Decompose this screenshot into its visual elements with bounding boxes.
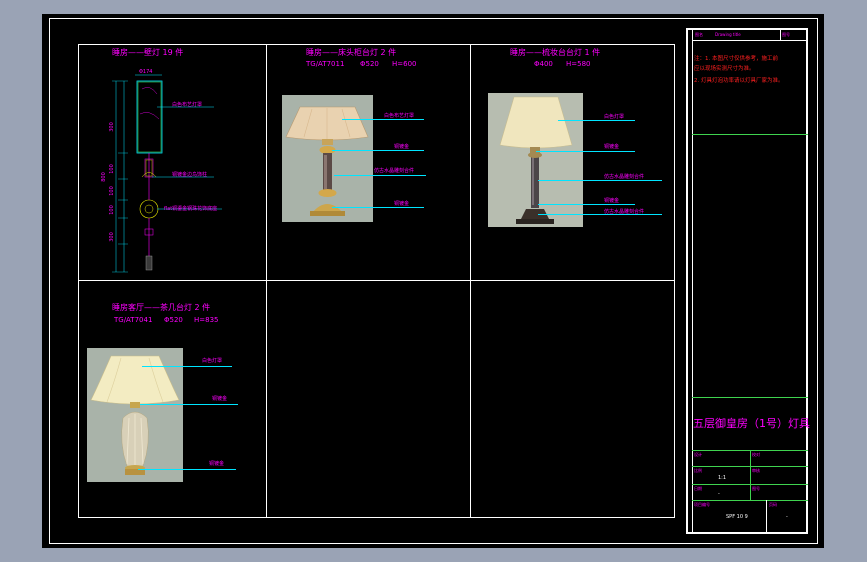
panel3-label-5: 仿古水晶雕刻合件 <box>604 209 645 215</box>
tb-col-mid <box>750 450 751 500</box>
panel1-dim-d: 100 <box>108 205 115 215</box>
panel1-title: 睡房——壁灯 19 件 <box>112 48 184 57</box>
title-block-green-line <box>692 134 808 135</box>
panel2-height: H=600 <box>392 60 417 68</box>
cad-viewport[interactable]: 睡房——壁灯 19 件 Φ174 300 100 100 100 300 800… <box>42 14 824 548</box>
title-block-header-div <box>780 28 781 40</box>
panel4-leader-2 <box>140 404 238 405</box>
panel2-leader-4 <box>332 207 424 208</box>
tb-label-project: 项目编号 <box>694 502 710 507</box>
panel4-leader-3 <box>138 469 236 470</box>
panel4-height: H=835 <box>194 316 219 324</box>
panel1-width-dim: Φ174 <box>139 69 153 75</box>
tb-label-scale: 比例 <box>694 468 702 473</box>
panel3-label-4: 铜镀金 <box>604 198 620 204</box>
panel4-leader-1 <box>142 366 232 367</box>
panel2-leader-1 <box>342 119 424 120</box>
sidetable-lamp-photo <box>87 348 183 482</box>
panel1-total-dim: 800 <box>100 172 107 182</box>
grid-vline-1 <box>266 44 267 518</box>
panel1-dim-a: 300 <box>108 122 115 132</box>
title-block-green-line-2 <box>692 397 808 398</box>
panel3-leader-1 <box>558 120 635 121</box>
panel4-label-3: 铜镀金 <box>209 461 225 467</box>
panel3-leader-4 <box>538 204 635 205</box>
panel3-label-3: 仿古水晶雕刻合件 <box>604 174 645 180</box>
panel2-leader-2 <box>332 150 424 151</box>
panel1-label-stem: 铜镀金边鸟饰柱 <box>172 172 208 178</box>
tb-row-4 <box>692 500 808 501</box>
panel3-label-1: 白色灯罩 <box>604 114 625 120</box>
panel2-label-1: 白色布艺灯罩 <box>384 113 415 119</box>
panel4-title: 睡房客厅——茶几台灯 2 件 <box>112 303 211 312</box>
tb-label-drawno: 图号 <box>752 486 760 491</box>
title-note-3: 2. 灯具灯泡功率请以灯具厂家为准。 <box>694 78 784 84</box>
tb-label-design: 设计 <box>694 452 702 457</box>
tb-label-page: 页码 <box>769 502 777 507</box>
panel4-diam: Φ520 <box>164 316 183 324</box>
title-note-1: 注：1. 本图尺寸仅供参考，施工前 <box>694 56 778 62</box>
title-block <box>686 28 808 534</box>
panel4-spec: TG/AT7041 <box>114 316 153 324</box>
drawing-name: 五层御皇房（1号）灯具 <box>693 417 810 430</box>
tb-col-last <box>766 500 767 534</box>
panel4-label-1: 白色灯罩 <box>202 358 223 364</box>
panel2-diam: Φ520 <box>360 60 379 68</box>
panel2-title: 睡房——床头柜台灯 2 件 <box>306 48 397 57</box>
tb-date-value: - <box>718 491 720 497</box>
panel1-label-shade: 白色布艺灯罩 <box>172 102 203 108</box>
wall-lamp-drawing <box>112 74 222 273</box>
title-note-2: 应以现场实测尺寸为准。 <box>694 66 755 72</box>
panel3-leader-2 <box>536 151 635 152</box>
panel1-dim-c: 100 <box>108 186 115 196</box>
tb-label-date: 日期 <box>694 486 702 491</box>
panel2-leader-3 <box>334 175 426 176</box>
title-block-header-mid: Drawing title <box>715 32 741 37</box>
bedside-lamp-photo <box>282 95 373 222</box>
panel3-label-2: 铜镀金 <box>604 144 620 150</box>
tb-label-review: 审核 <box>752 468 760 473</box>
title-block-inner-left <box>692 28 693 534</box>
panel1-label-base: flat铜鎏金钢珠花饰底座 <box>164 206 218 212</box>
panel3-leader-3 <box>538 180 662 181</box>
panel3-title: 睡房——梳妆台台灯 1 件 <box>510 48 601 57</box>
panel2-spec: TG/AT7011 <box>306 60 345 68</box>
title-block-header-right: 图号 <box>782 32 790 37</box>
dressing-lamp-photo <box>488 93 583 227</box>
panel3-diam: Φ400 <box>534 60 553 68</box>
tb-label-check: 校对 <box>752 452 760 457</box>
panel2-label-3: 仿古水晶雕刻合件 <box>374 168 415 174</box>
panel1-dim-b: 100 <box>108 164 115 174</box>
panel1-dim-e: 300 <box>108 232 115 242</box>
panel3-height: H=580 <box>566 60 591 68</box>
tb-drawing-no: SPF 10 9 <box>726 514 748 520</box>
tb-page-value: - <box>786 514 788 520</box>
panel2-label-4: 铜镀金 <box>394 201 410 207</box>
panel4-label-2: 铜镀金 <box>212 396 228 402</box>
grid-vline-2 <box>470 44 471 518</box>
title-block-header-left: 图名 <box>695 32 703 37</box>
tb-scale-value: 1:1 <box>718 475 727 481</box>
panel2-label-2: 铜镀金 <box>394 144 410 150</box>
title-block-header-line <box>692 40 808 41</box>
